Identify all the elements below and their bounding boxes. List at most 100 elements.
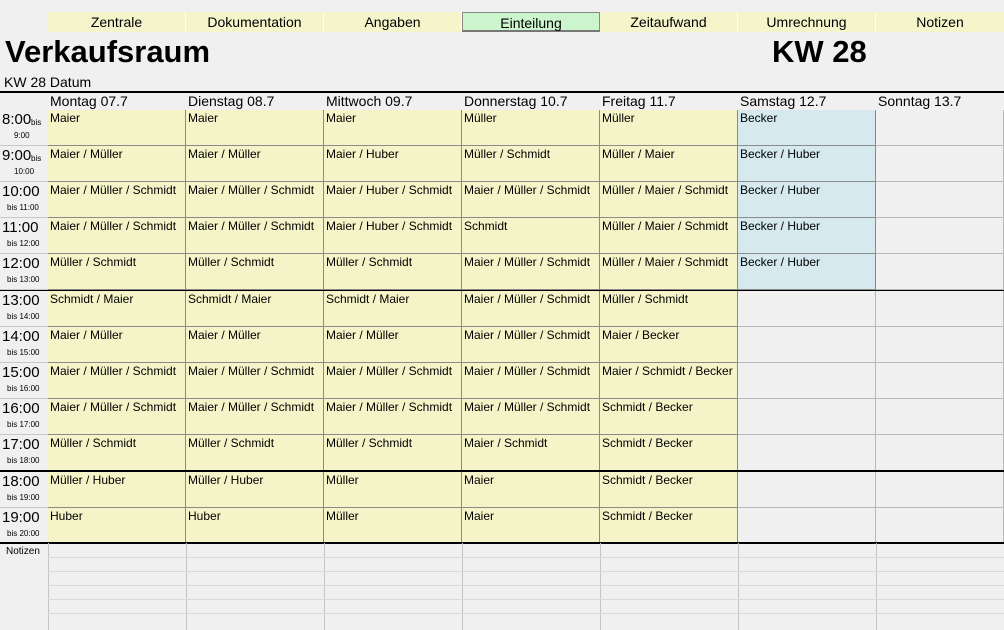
shift-cell[interactable]: Maier / Müller / Schmidt <box>462 363 600 399</box>
shift-cell[interactable]: Schmidt / Becker <box>600 472 738 508</box>
shift-cell[interactable] <box>876 254 1004 290</box>
shift-cell[interactable]: Müller <box>324 472 462 508</box>
shift-cell[interactable]: Maier / Müller <box>48 146 186 182</box>
shift-cell[interactable]: Müller <box>600 110 738 146</box>
shift-cell[interactable]: Maier / Müller / Schmidt <box>48 363 186 399</box>
time-start: 16:00 <box>2 400 40 417</box>
time-slot: 18:00 bis 19:00 <box>0 472 48 508</box>
tab-dokumentation[interactable]: Dokumentation <box>186 12 324 32</box>
shift-cell[interactable]: Müller / Schmidt <box>48 435 186 471</box>
shift-cell[interactable]: Maier / Müller / Schmidt <box>324 363 462 399</box>
shift-cell[interactable]: Maier <box>324 110 462 146</box>
shift-cell[interactable]: Maier / Huber / Schmidt <box>324 218 462 254</box>
shift-cell[interactable]: Müller / Maier / Schmidt <box>600 182 738 218</box>
shift-cell[interactable] <box>876 472 1004 508</box>
tab-zeitaufwand[interactable]: Zeitaufwand <box>600 12 738 32</box>
shift-cell[interactable]: Maier / Müller / Schmidt <box>324 399 462 435</box>
schedule-row: 9:00 bis 10:00 Maier / Müller Maier / Müller… <box>0 146 1004 182</box>
time-end: bis 17:00 <box>7 420 40 429</box>
shift-cell[interactable]: Müller / Schmidt <box>186 435 324 471</box>
shift-cell[interactable]: Becker / Huber <box>738 218 876 254</box>
shift-cell[interactable]: Müller / Schmidt <box>324 435 462 471</box>
schedule-row: 15:00 bis 16:00 Maier / Müller / Schmidt Ma… <box>0 363 1004 399</box>
shift-cell[interactable] <box>738 472 876 508</box>
shift-cell[interactable]: Maier / Müller / Schmidt <box>462 327 600 363</box>
shift-cell[interactable]: Maier / Müller / Schmidt <box>462 182 600 218</box>
shift-cell[interactable]: Schmidt / Becker <box>600 435 738 471</box>
shift-cell[interactable]: Maier <box>186 110 324 146</box>
shift-cell[interactable]: Maier / Müller <box>324 327 462 363</box>
shift-cell[interactable]: Maier / Müller <box>186 146 324 182</box>
shift-cell[interactable]: Müller / Huber <box>186 472 324 508</box>
shift-cell[interactable]: Müller / Schmidt <box>600 291 738 327</box>
tab-einteilung[interactable]: Einteilung <box>462 12 600 32</box>
shift-cell[interactable]: Becker / Huber <box>738 146 876 182</box>
tab-zentrale[interactable]: Zentrale <box>48 12 186 32</box>
shift-cell[interactable]: Müller / Huber <box>48 472 186 508</box>
shift-cell[interactable]: Maier / Huber <box>324 146 462 182</box>
shift-cell[interactable]: Schmidt / Maier <box>48 291 186 327</box>
shift-cell[interactable]: Maier / Müller / Schmidt <box>186 363 324 399</box>
shift-cell[interactable]: Schmidt / Maier <box>324 291 462 327</box>
shift-cell[interactable] <box>876 508 1004 544</box>
shift-cell[interactable] <box>738 399 876 435</box>
shift-cell[interactable] <box>876 218 1004 254</box>
shift-cell[interactable] <box>876 327 1004 363</box>
shift-cell[interactable]: Maier / Schmidt / Becker <box>600 363 738 399</box>
shift-cell[interactable]: Schmidt <box>462 218 600 254</box>
shift-cell[interactable] <box>738 508 876 544</box>
day-header-1: Dienstag 08.7 <box>188 93 275 109</box>
shift-cell[interactable]: Maier / Müller / Schmidt <box>186 182 324 218</box>
shift-cell[interactable] <box>738 327 876 363</box>
shift-cell[interactable]: Schmidt / Maier <box>186 291 324 327</box>
notes-area[interactable] <box>48 543 1004 630</box>
shift-cell[interactable] <box>876 291 1004 327</box>
shift-cell[interactable] <box>738 435 876 471</box>
shift-cell[interactable] <box>876 363 1004 399</box>
shift-cell[interactable]: Maier / Müller / Schmidt <box>48 182 186 218</box>
shift-cell[interactable]: Müller / Maier / Schmidt <box>600 254 738 290</box>
shift-cell[interactable]: Becker <box>738 110 876 146</box>
shift-cell[interactable]: Maier / Müller / Schmidt <box>186 399 324 435</box>
shift-cell[interactable]: Maier / Müller / Schmidt <box>48 399 186 435</box>
shift-cell[interactable]: Maier / Becker <box>600 327 738 363</box>
shift-cell[interactable] <box>876 182 1004 218</box>
shift-cell[interactable]: Müller / Schmidt <box>462 146 600 182</box>
shift-cell[interactable]: Becker / Huber <box>738 182 876 218</box>
shift-cell[interactable]: Maier / Müller <box>186 327 324 363</box>
shift-cell[interactable]: Müller / Maier / Schmidt <box>600 218 738 254</box>
shift-cell[interactable]: Maier / Müller / Schmidt <box>48 218 186 254</box>
tab-umrechnung[interactable]: Umrechnung <box>738 12 876 32</box>
shift-cell[interactable]: Müller <box>324 508 462 544</box>
shift-cell[interactable]: Maier / Müller / Schmidt <box>462 254 600 290</box>
schedule-row: 19:00 bis 20:00 Huber Huber Müller Maier Schmi… <box>0 508 1004 544</box>
shift-cell[interactable]: Maier / Huber / Schmidt <box>324 182 462 218</box>
shift-cell[interactable] <box>876 146 1004 182</box>
shift-cell[interactable]: Maier / Müller / Schmidt <box>186 218 324 254</box>
tab-angaben[interactable]: Angaben <box>324 12 462 32</box>
shift-cell[interactable]: Huber <box>186 508 324 544</box>
shift-cell[interactable]: Müller / Schmidt <box>324 254 462 290</box>
shift-cell[interactable]: Müller / Maier <box>600 146 738 182</box>
shift-cell[interactable]: Maier <box>48 110 186 146</box>
shift-cell[interactable]: Müller / Schmidt <box>48 254 186 290</box>
shift-cell[interactable] <box>876 110 1004 146</box>
shift-cell[interactable] <box>738 291 876 327</box>
shift-cell[interactable]: Becker / Huber <box>738 254 876 290</box>
shift-cell[interactable]: Schmidt / Becker <box>600 399 738 435</box>
shift-cell[interactable]: Maier <box>462 472 600 508</box>
shift-cell[interactable]: Müller <box>462 110 600 146</box>
shift-cell[interactable] <box>738 363 876 399</box>
shift-cell[interactable]: Maier / Schmidt <box>462 435 600 471</box>
shift-cell[interactable]: Müller / Schmidt <box>186 254 324 290</box>
shift-cell[interactable]: Huber <box>48 508 186 544</box>
shift-cell[interactable] <box>876 435 1004 471</box>
shift-cell[interactable] <box>876 399 1004 435</box>
shift-cell[interactable]: Maier <box>462 508 600 544</box>
shift-cell[interactable]: Maier / Müller <box>48 327 186 363</box>
shift-cell[interactable]: Maier / Müller / Schmidt <box>462 291 600 327</box>
shift-cell[interactable]: Schmidt / Becker <box>600 508 738 544</box>
shift-cell[interactable]: Maier / Müller / Schmidt <box>462 399 600 435</box>
tab-notizen[interactable]: Notizen <box>876 12 1004 32</box>
day-header-4: Freitag 11.7 <box>602 93 676 109</box>
